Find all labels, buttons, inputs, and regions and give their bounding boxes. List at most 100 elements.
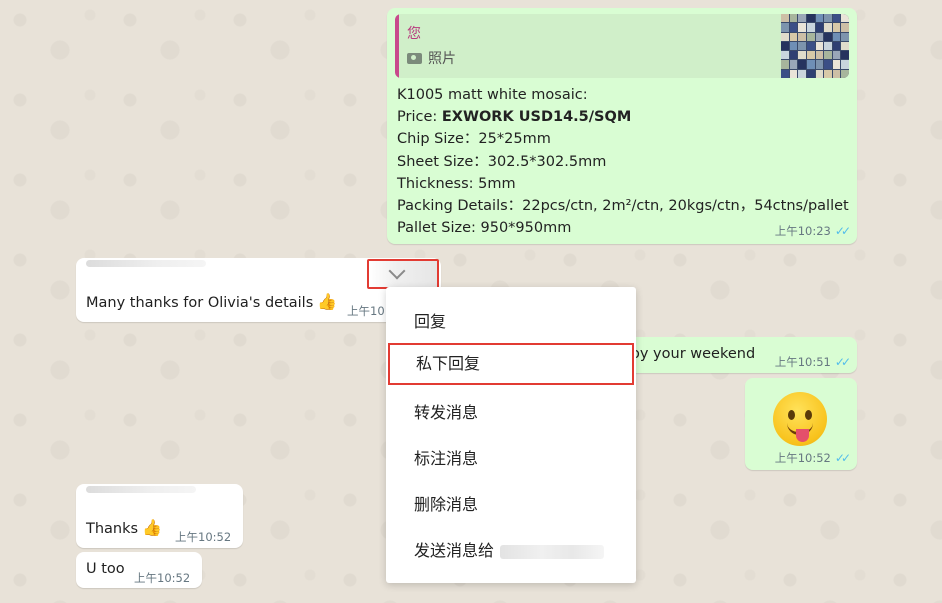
- message-text: Many thanks for Olivia's details 👍: [86, 292, 338, 311]
- thumbnail-tile: [806, 69, 815, 78]
- outgoing-message-bubble[interactable]: oy your weekend 上午10:51 ✓✓: [600, 337, 857, 373]
- thumbnail-tile: [841, 32, 849, 41]
- thumbnail-tile: [781, 60, 789, 69]
- thumbnail-tile: [832, 51, 841, 60]
- quote-accent-bar: [395, 14, 399, 78]
- thumbnail-tile: [798, 69, 806, 78]
- contact-name-redacted: [500, 544, 605, 559]
- thumbnail-tile: [781, 14, 789, 23]
- thumbnail-tile: [798, 51, 806, 60]
- thumbnail-tile: [798, 23, 806, 32]
- message-meta: 上午10:23 ✓✓: [774, 223, 851, 239]
- product-spec-text: K1005 matt white mosaic: Price: EXWORK U…: [397, 84, 849, 239]
- menu-item-reply[interactable]: 回复: [386, 301, 636, 343]
- thumbs-up-icon: 👍: [317, 292, 338, 311]
- quoted-message[interactable]: 您 照片: [395, 14, 849, 78]
- message-meta: 上午10:51 ✓✓: [774, 354, 851, 370]
- thumbnail-tile: [798, 41, 806, 51]
- thumbnail-tile: [789, 14, 798, 23]
- sender-name-redacted: [86, 260, 206, 267]
- thumbnail-tile: [832, 32, 841, 41]
- tongue-out-emoji-icon: [773, 392, 827, 446]
- thumbnail-tile: [824, 14, 832, 23]
- message-context-menu: 回复 私下回复 转发消息 标注消息 删除消息 发送消息给: [386, 287, 636, 583]
- thumbnail-tile: [789, 32, 798, 41]
- thumbnail-tile: [781, 41, 789, 51]
- message-time: 上午10:52: [774, 451, 831, 465]
- message-meta: 上午10:52 ✓✓: [774, 450, 851, 466]
- thumbnail-tile: [841, 51, 849, 60]
- thumbnail-tile: [815, 32, 824, 41]
- quote-media-type: 照片: [407, 48, 456, 68]
- menu-item-message-contact[interactable]: 发送消息给: [386, 530, 636, 572]
- thumbnail-tile: [789, 23, 798, 32]
- thumbnail-tile: [806, 23, 815, 32]
- message-time: 上午10:51: [774, 355, 831, 369]
- thumbnail-tile: [824, 60, 832, 69]
- quote-photo-thumbnail: [781, 14, 849, 78]
- message-time: 上午10:52: [175, 530, 232, 544]
- thumbnail-tile: [798, 60, 806, 69]
- message-text: U too: [86, 561, 125, 577]
- thumbnail-tile: [841, 14, 849, 23]
- thumbnail-tile: [781, 32, 789, 41]
- thumbnail-tile: [815, 69, 824, 78]
- quote-author: 您: [407, 26, 421, 42]
- thumbnail-tile: [789, 41, 798, 51]
- thumbnail-tile: [824, 69, 832, 78]
- menu-item-star[interactable]: 标注消息: [386, 438, 636, 480]
- product-message-bubble[interactable]: 您 照片 K1005 matt white mosaic: Price: EXW…: [387, 8, 857, 244]
- read-ticks-icon: ✓✓: [834, 355, 851, 369]
- thumbnail-tile: [841, 69, 849, 78]
- thumbs-up-icon: 👍: [142, 518, 162, 537]
- thumbnail-tile: [832, 14, 841, 23]
- thumbnail-tile: [806, 41, 815, 51]
- thumbnail-tile: [824, 32, 832, 41]
- message-time: 上午10: [347, 304, 385, 318]
- message-time: 上午10:52: [134, 571, 191, 585]
- thumbnail-tile: [841, 23, 849, 32]
- menu-item-forward[interactable]: 转发消息: [386, 392, 636, 434]
- sender-name-redacted: [86, 486, 196, 493]
- camera-icon: [407, 52, 422, 64]
- spec-line: K1005 matt white mosaic:: [397, 87, 588, 103]
- thumbnail-tile: [789, 51, 798, 60]
- read-ticks-icon: ✓✓: [834, 451, 851, 465]
- outgoing-emoji-bubble[interactable]: 上午10:52 ✓✓: [745, 378, 857, 470]
- incoming-message-bubble[interactable]: Thanks 👍 上午10:52: [76, 484, 243, 548]
- menu-item-label: 发送消息给: [414, 541, 495, 560]
- menu-item-delete[interactable]: 删除消息: [386, 484, 636, 526]
- thumbnail-tile: [781, 23, 789, 32]
- thumbnail-tile: [832, 41, 841, 51]
- thumbnail-tile: [806, 51, 815, 60]
- thumbnail-tile: [806, 14, 815, 23]
- spec-line: Chip Size：25*25mm: [397, 131, 551, 148]
- thumbnail-tile: [824, 41, 832, 51]
- thumbnail-tile: [832, 23, 841, 32]
- thumbnail-tile: [798, 14, 806, 23]
- thumbnail-tile: [806, 60, 815, 69]
- chevron-down-icon: [388, 262, 406, 280]
- spec-line: Packing Details：22pcs/ctn, 2m²/ctn, 20kg…: [397, 198, 849, 215]
- thumbnail-tile: [815, 51, 824, 60]
- message-options-button[interactable]: [367, 259, 439, 289]
- thumbnail-tile: [789, 60, 798, 69]
- thumbnail-tile: [815, 41, 824, 51]
- thumbnail-tile: [815, 14, 824, 23]
- thumbnail-tile: [815, 23, 824, 32]
- message-time: 上午10:23: [774, 224, 831, 238]
- incoming-message-bubble[interactable]: U too 上午10:52: [76, 552, 202, 588]
- thumbnail-tile: [841, 41, 849, 51]
- message-text: oy your weekend: [631, 346, 756, 362]
- spec-line: Sheet Size：302.5*302.5mm: [397, 153, 607, 170]
- menu-item-reply-privately[interactable]: 私下回复: [388, 343, 634, 385]
- thumbnail-tile: [798, 32, 806, 41]
- thumbnail-tile: [789, 69, 798, 78]
- thumbnail-tile: [815, 60, 824, 69]
- thumbnail-tile: [824, 23, 832, 32]
- spec-line: Thickness: 5mm: [397, 175, 516, 192]
- thumbnail-tile: [832, 69, 841, 78]
- quote-media-label: 照片: [428, 51, 456, 67]
- thumbnail-tile: [806, 32, 815, 41]
- thumbnail-tile: [824, 51, 832, 60]
